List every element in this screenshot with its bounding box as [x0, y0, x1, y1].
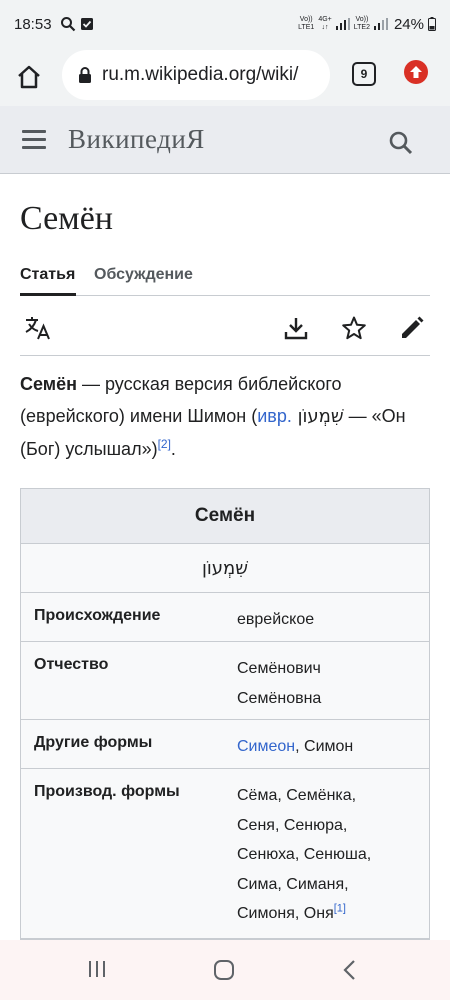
infobox-row-patronymic: Отчество Семёнович Семёновна [21, 641, 429, 719]
value-line: Сёма, Семёнка, [237, 787, 357, 804]
language-icon [25, 317, 50, 340]
back-button[interactable] [340, 958, 360, 987]
search-icon [60, 17, 75, 32]
simeon-link[interactable]: Симеон [237, 738, 295, 755]
battery-icon [428, 17, 436, 31]
infobox-label: Происхождение [34, 607, 161, 624]
hebrew-lang-link[interactable]: ивр. [257, 406, 292, 426]
infobox-label: Другие формы [34, 734, 153, 751]
lead-hebrew: שִׁמְעוֹן [291, 406, 344, 427]
infobox-row-other-forms: Другие формы Симеон, Симон [21, 719, 429, 768]
infobox-title: Семён [21, 489, 429, 543]
wiki-logo[interactable]: ВикипедиЯ [68, 124, 205, 155]
tab-count: 9 [360, 67, 368, 81]
active-tab-indicator [20, 293, 76, 296]
infobox-row-derived-forms: Производ. формы Сёма, Семёнка, Сеня, Сен… [21, 768, 429, 938]
system-nav-bar [0, 940, 450, 1000]
infobox-value: Симеон, Симон [237, 732, 427, 762]
infobox-row-origin: Происхождение еврейское [21, 592, 429, 641]
value-line: Сима, Симаня, [237, 875, 349, 893]
home-button[interactable] [14, 62, 44, 92]
recents-button[interactable] [86, 958, 108, 985]
lead-end: . [170, 439, 176, 459]
infobox-label: Отчество [34, 656, 109, 673]
net1-top: Vo)) [299, 16, 313, 23]
net3-top: Vo)) [355, 16, 369, 23]
value-line: Сенюха, Сенюша, [237, 846, 372, 863]
net1-bottom: LTE1 [298, 24, 315, 31]
menu-icon[interactable] [22, 130, 46, 150]
infobox-value: еврейское [237, 611, 315, 628]
status-right: Vo)) LTE1 4G+ ↓↑ Vo)) LTE2 24% [298, 16, 436, 33]
infobox-native-spelling: שִׁמְעוֹן [21, 543, 429, 592]
net-lte2: Vo)) LTE2 [354, 16, 370, 32]
home-circle-icon [214, 960, 234, 980]
status-left-icons [60, 16, 94, 32]
net-lte1: Vo)) LTE1 [298, 16, 314, 32]
value-line: Сеня, Сенюра, [237, 816, 348, 834]
edit-button[interactable] [398, 314, 426, 342]
reference-1[interactable]: [1] [334, 903, 346, 915]
battery-text: 24% [393, 15, 424, 33]
star-icon [342, 316, 366, 340]
signal-icon [335, 18, 350, 30]
article-tabs: Статья Обсуждение [20, 262, 430, 296]
update-button[interactable] [404, 60, 428, 84]
net2-top: 4G+ [318, 16, 332, 23]
value-line: Семёнович [237, 660, 321, 677]
update-icon [410, 66, 422, 78]
watch-button[interactable] [340, 314, 368, 342]
net-4g: 4G+ ↓↑ [318, 16, 331, 32]
edit-icon [402, 316, 424, 338]
signal-icon-2 [373, 18, 388, 30]
value-line: Семёновна [237, 689, 322, 707]
lock-icon [79, 67, 91, 83]
value-line: Симоня, Оня[1] [237, 899, 427, 929]
url-bar[interactable]: ru.m.wikipedia.org/wiki/ [62, 50, 330, 100]
home-icon [18, 65, 40, 89]
infobox-value: Сёма, Семёнка, Сеня, Сенюра, Сенюха, Сен… [237, 781, 427, 929]
browser-bar: ru.m.wikipedia.org/wiki/ 9 [0, 48, 450, 106]
status-time: 18:53 [14, 15, 52, 33]
url-text[interactable]: ru.m.wikipedia.org/wiki/ [102, 64, 317, 86]
value-line-text: Симоня, Оня [237, 905, 334, 922]
infobox: Семён שִׁמְעוֹן Происхождение еврейское … [20, 488, 430, 940]
language-button[interactable] [24, 314, 52, 342]
wiki-search-button[interactable] [388, 130, 414, 161]
back-icon [343, 960, 355, 980]
reference-2[interactable]: [2] [158, 437, 171, 451]
arrows-icon: ↓↑ [321, 24, 329, 31]
page-title: Семён [20, 200, 113, 237]
wiki-header: ВикипедиЯ [0, 106, 450, 174]
lead-paragraph: Семён — русская версия библейского (евре… [20, 368, 432, 465]
page-actions-toolbar [20, 300, 430, 356]
search-icon [389, 131, 413, 155]
infobox-label: Производ. формы [34, 783, 180, 800]
download-button[interactable] [282, 314, 310, 342]
tab-article[interactable]: Статья [20, 266, 75, 284]
value-rest: , Симон [295, 738, 354, 755]
infobox-value: Семёнович Семёновна [237, 654, 427, 713]
net3-bottom: LTE2 [353, 24, 370, 31]
lead-bold-title: Семён [20, 374, 77, 394]
tab-talk[interactable]: Обсуждение [94, 266, 193, 284]
tabs-button[interactable]: 9 [352, 62, 376, 86]
download-icon [284, 318, 308, 340]
recents-icon [89, 961, 105, 977]
home-nav-button[interactable] [212, 958, 236, 987]
status-bar: 18:53 Vo)) LTE1 4G+ ↓↑ Vo)) LTE2 24% [0, 0, 450, 48]
download-done-icon [80, 18, 93, 30]
